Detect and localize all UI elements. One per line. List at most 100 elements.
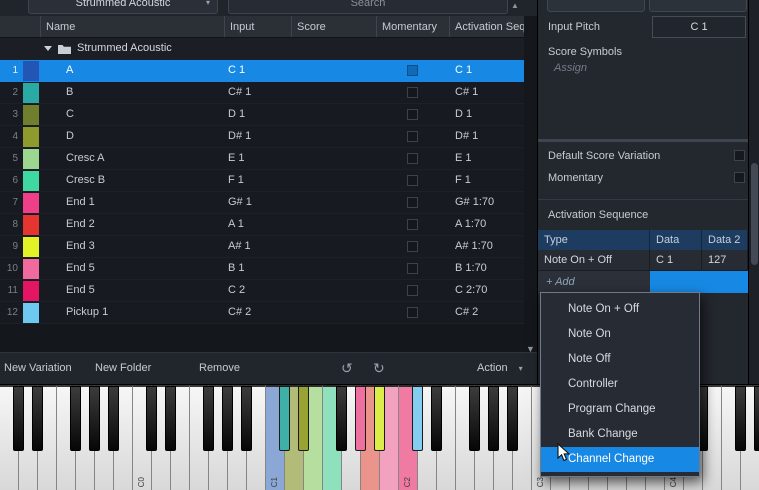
key-Fs2[interactable]	[469, 386, 480, 451]
color-swatch[interactable]	[23, 171, 39, 191]
redo-icon[interactable]: ↻	[373, 353, 385, 385]
key-Ds0[interactable]	[165, 386, 176, 451]
momentary-checkbox[interactable]	[407, 175, 418, 186]
color-swatch[interactable]	[23, 105, 39, 125]
undo-icon[interactable]: ↺	[341, 353, 353, 385]
variation-row[interactable]: 11 End 5 C 2 C 2:70	[0, 280, 524, 302]
inspector-top-button-right[interactable]	[649, 0, 747, 12]
menu-item-controller[interactable]: Controller	[541, 372, 699, 397]
key-Ds1[interactable]	[298, 386, 309, 451]
momentary-checkbox[interactable]	[407, 219, 418, 230]
variation-row[interactable]: 1 A C 1 C 1	[0, 60, 524, 82]
variation-row[interactable]: 6 Cresc B F 1 F 1	[0, 170, 524, 192]
momentary-checkbox[interactable]	[407, 241, 418, 252]
key-Fs-1[interactable]	[70, 386, 81, 451]
color-swatch[interactable]	[23, 281, 39, 301]
key-Cs1[interactable]	[279, 386, 290, 451]
key-Fs0[interactable]	[203, 386, 214, 451]
key-Ds-1[interactable]	[32, 386, 43, 451]
add-sequence-button[interactable]: + Add	[538, 276, 575, 288]
color-swatch[interactable]	[23, 193, 39, 213]
panel-splitter[interactable]	[538, 139, 748, 142]
key-Ds2[interactable]	[431, 386, 442, 451]
new-sequence-active-cell[interactable]	[650, 271, 748, 293]
preset-dropdown[interactable]: Strummed Acoustic ▾	[28, 0, 218, 14]
variation-row[interactable]: 9 End 3 A# 1 A# 1:70	[0, 236, 524, 258]
momentary-checkbox[interactable]	[407, 65, 418, 76]
key-Cs2[interactable]	[412, 386, 423, 451]
variation-row[interactable]: 7 End 1 G# 1 G# 1:70	[0, 192, 524, 214]
key-Gs2[interactable]	[488, 386, 499, 451]
menu-item-note-on[interactable]: Note On	[541, 322, 699, 347]
momentary-checkbox[interactable]	[407, 131, 418, 142]
column-header-activation-sequence[interactable]: Activation Sequence	[449, 16, 524, 37]
column-header-name[interactable]: Name	[40, 16, 224, 37]
key-Gs0[interactable]	[222, 386, 233, 451]
seq-cell-data[interactable]: C 1	[650, 250, 702, 271]
momentary-checkbox[interactable]	[407, 87, 418, 98]
new-folder-button[interactable]: New Folder	[95, 353, 151, 385]
column-header-input[interactable]: Input	[224, 16, 291, 37]
color-swatch[interactable]	[23, 259, 39, 279]
color-swatch[interactable]	[23, 127, 39, 147]
momentary-checkbox[interactable]	[407, 153, 418, 164]
momentary-checkbox[interactable]	[407, 307, 418, 318]
color-swatch[interactable]	[23, 215, 39, 235]
key-Cs-1[interactable]	[13, 386, 24, 451]
seq-header-type[interactable]: Type	[538, 230, 650, 250]
scrollbar-thumb[interactable]	[751, 163, 758, 265]
color-swatch[interactable]	[23, 303, 39, 323]
sequence-row[interactable]: Note On + Off C 1 127	[538, 250, 748, 271]
column-header-score[interactable]: Score	[291, 16, 376, 37]
momentary-label: Momentary	[548, 172, 604, 184]
variation-row[interactable]: 8 End 2 A 1 A 1:70	[0, 214, 524, 236]
new-variation-button[interactable]: New Variation	[4, 353, 72, 385]
key-As0[interactable]	[241, 386, 252, 451]
menu-item-program-change[interactable]: Program Change	[541, 397, 699, 422]
color-swatch[interactable]	[23, 237, 39, 257]
seq-header-data2[interactable]: Data 2	[702, 230, 748, 250]
expander-icon[interactable]	[44, 46, 52, 51]
key-Gs4[interactable]	[754, 386, 759, 451]
variation-row[interactable]: 3 C D 1 D 1	[0, 104, 524, 126]
momentary-checkbox[interactable]	[734, 172, 745, 183]
key-Cs0[interactable]	[146, 386, 157, 451]
variation-row[interactable]: 12 Pickup 1 C# 2 C# 2	[0, 302, 524, 324]
momentary-checkbox[interactable]	[407, 109, 418, 120]
folder-row[interactable]: Strummed Acoustic	[0, 38, 524, 60]
seq-cell-data2[interactable]: 127	[702, 250, 748, 271]
key-As-1[interactable]	[108, 386, 119, 451]
variation-row[interactable]: 4 D D# 1 D# 1	[0, 126, 524, 148]
scroll-up-icon[interactable]: ▲	[511, 1, 519, 10]
color-swatch[interactable]	[23, 83, 39, 103]
variation-row[interactable]: 10 End 5 B 1 B 1:70	[0, 258, 524, 280]
seq-cell-type[interactable]: Note On + Off	[538, 250, 650, 271]
key-Fs4[interactable]	[735, 386, 746, 451]
key-Gs1[interactable]	[355, 386, 366, 451]
seq-header-data[interactable]: Data	[650, 230, 702, 250]
search-placeholder: Search	[350, 0, 386, 9]
vertical-scrollbar[interactable]	[748, 0, 759, 384]
variation-row[interactable]: 5 Cresc A E 1 E 1	[0, 148, 524, 170]
key-As1[interactable]	[374, 386, 385, 451]
score-symbols-assign-placeholder[interactable]: Assign	[554, 62, 587, 74]
key-As2[interactable]	[507, 386, 518, 451]
menu-item-note-on-off[interactable]: Note On + Off	[541, 297, 699, 322]
momentary-checkbox[interactable]	[407, 263, 418, 274]
key-Gs-1[interactable]	[89, 386, 100, 451]
remove-button[interactable]: Remove	[199, 353, 240, 385]
variation-activation: E 1	[455, 152, 472, 164]
search-input[interactable]: Search	[228, 0, 508, 14]
menu-item-note-off[interactable]: Note Off	[541, 347, 699, 372]
column-header-momentary[interactable]: Momentary	[376, 16, 449, 37]
momentary-checkbox[interactable]	[407, 285, 418, 296]
variation-row[interactable]: 2 B C# 1 C# 1	[0, 82, 524, 104]
color-swatch[interactable]	[23, 149, 39, 169]
action-menu-button[interactable]: Action ▾	[477, 353, 523, 385]
input-pitch-value[interactable]: C 1	[652, 16, 746, 38]
momentary-checkbox[interactable]	[407, 197, 418, 208]
default-score-variation-checkbox[interactable]	[734, 150, 745, 161]
key-Fs1[interactable]	[336, 386, 347, 451]
color-swatch[interactable]	[23, 61, 39, 81]
inspector-top-button-left[interactable]	[547, 0, 645, 12]
